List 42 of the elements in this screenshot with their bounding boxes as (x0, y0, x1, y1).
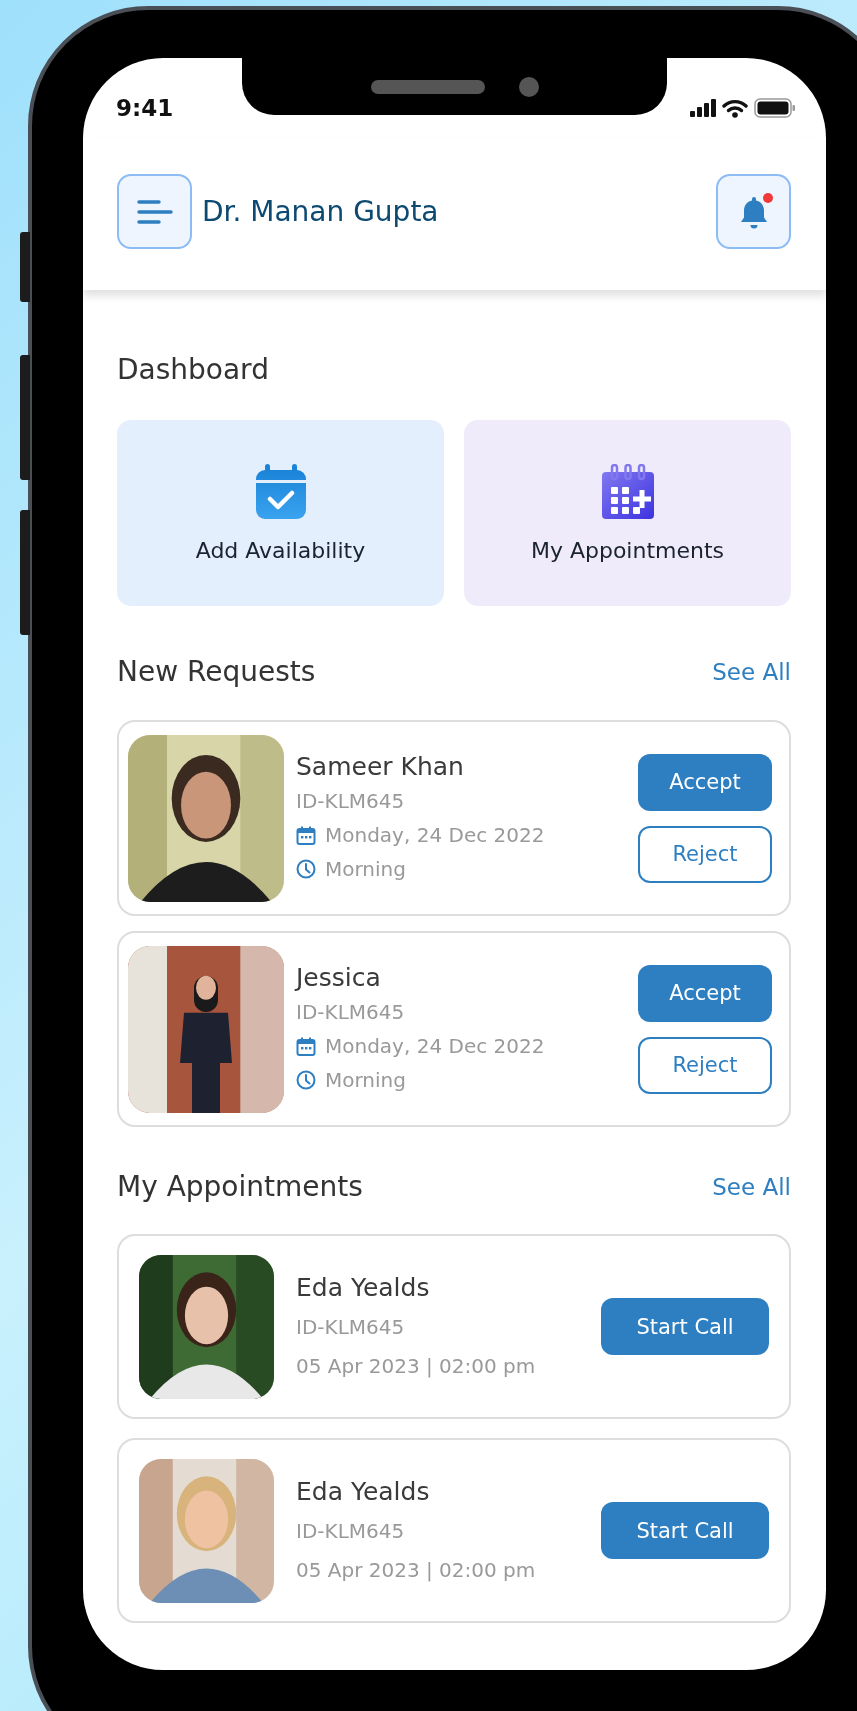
section-title: New Requests (117, 655, 316, 689)
time-slot: Morning (325, 1063, 406, 1097)
start-call-button[interactable]: Start Call (601, 1502, 769, 1559)
clock-icon (296, 1070, 316, 1090)
time-slot: Morning (325, 852, 406, 886)
section-title: My Appointments (117, 1170, 363, 1204)
reject-button[interactable]: Reject (638, 1036, 772, 1094)
appointment-time: 05 Apr 2023 | 02:00 pm (296, 1352, 537, 1380)
patient-name: Jessica (296, 962, 382, 994)
calendar-icon (296, 825, 316, 845)
patient-id: ID-KLM645 (296, 1313, 406, 1341)
status-time: 9:41 (116, 94, 174, 122)
accept-button[interactable]: Accept (638, 753, 772, 811)
calendar-plus-icon (600, 463, 655, 520)
patient-id: ID-KLM645 (296, 999, 406, 1026)
patient-id: ID-KLM645 (296, 1517, 406, 1545)
wifi-icon (722, 98, 748, 118)
see-all-link[interactable]: See All (712, 1174, 791, 1200)
see-all-link[interactable]: See All (712, 659, 791, 685)
request-date: Monday, 24 Dec 2022 (325, 822, 545, 849)
patient-name: Eda Yealds (296, 1475, 431, 1508)
dashboard-tile[interactable]: Add Availability (117, 420, 444, 606)
calendar-icon (296, 1036, 316, 1056)
section-title: Dashboard (117, 353, 270, 387)
dashboard-tile[interactable]: My Appointments (464, 420, 791, 606)
start-call-button[interactable]: Start Call (601, 1298, 769, 1355)
menu-button[interactable] (117, 174, 192, 249)
calendar-check-icon (254, 463, 307, 520)
menu-icon (136, 198, 173, 225)
patient-name: Sameer Khan (296, 751, 465, 783)
reject-button[interactable]: Reject (638, 825, 772, 883)
doctor-name: Dr. Manan Gupta (202, 195, 440, 228)
clock-icon (296, 859, 316, 879)
accept-button[interactable]: Accept (638, 964, 772, 1022)
patient-id: ID-KLM645 (296, 788, 406, 815)
battery-icon (754, 98, 796, 118)
signal-icon (690, 99, 716, 117)
notification-button[interactable] (716, 174, 791, 249)
request-date: Monday, 24 Dec 2022 (325, 1033, 545, 1060)
patient-name: Eda Yealds (296, 1271, 431, 1304)
appointment-time: 05 Apr 2023 | 02:00 pm (296, 1556, 537, 1584)
camera-dot (518, 76, 539, 97)
